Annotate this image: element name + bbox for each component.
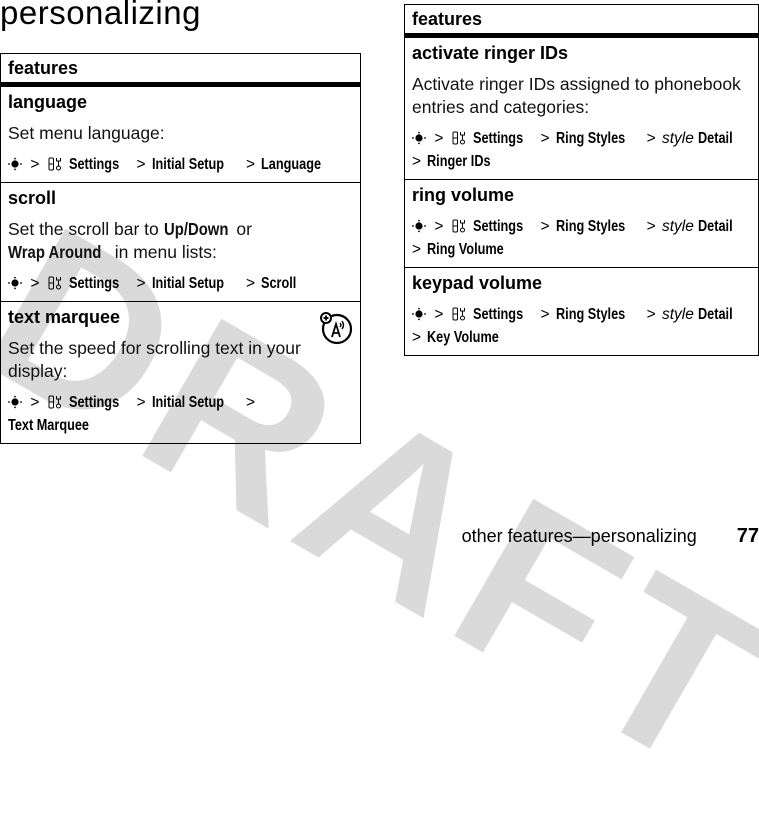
footer-section-title: other features—personalizing [461,526,697,546]
nav-key-icon [412,307,426,321]
path-variable: style [661,218,694,235]
path-step: Settings [473,306,524,323]
path-separator: > [540,306,550,323]
option-wrap-around: Wrap Around [8,242,102,262]
path-step: Detail [698,218,733,235]
path-step: Settings [69,275,120,292]
menu-path: > Settings > Ring Styles > style Detail … [412,303,750,349]
menu-path: > Settings > Ring Styles > style Detail … [412,215,750,261]
path-step: Detail [698,130,733,147]
path-step: Settings [473,218,524,235]
path-separator: > [540,218,550,235]
nav-key-icon [8,276,22,290]
settings-icon [48,395,61,409]
settings-icon [452,131,465,145]
path-separator: > [246,275,256,292]
path-step: Ringer IDs [427,153,491,170]
menu-path: > Settings > Initial Setup > Language [8,153,352,176]
path-separator: > [412,153,422,170]
path-separator: > [646,130,656,147]
path-separator: > [646,218,656,235]
path-separator: > [434,218,444,235]
menu-path: > Settings > Initial Setup > Text Marque… [8,391,352,437]
feature-description: Activate ringer IDs assigned to phoneboo… [412,74,741,117]
path-step: Language [261,156,322,173]
path-variable: style [661,130,694,147]
path-step: Ring Volume [427,241,505,258]
feature-row-ring-volume: ring volume > Settings > Ring Styles > s… [405,180,758,268]
table-header: features [1,54,360,87]
feature-title: keypad volume [412,273,543,293]
path-step: Settings [69,394,120,411]
path-step: Text Marquee [8,417,90,434]
feature-row-keypad-volume: keypad volume > Settings > Ring Styles >… [405,268,758,355]
path-step: Initial Setup [151,275,224,292]
path-separator: > [246,394,256,411]
feature-title: ring volume [412,185,515,205]
path-step: Initial Setup [151,156,224,173]
feature-description: Set menu language: [8,123,165,143]
path-step: Detail [698,306,733,323]
path-separator: > [412,329,422,346]
path-separator: > [246,156,256,173]
features-table-left: features language Set menu language: > S… [0,53,361,444]
nav-key-icon [8,157,22,171]
path-step: Scroll [261,275,297,292]
path-variable: style [661,306,694,323]
feature-row-scroll: scroll Set the scroll bar to Up/Down or … [1,183,360,302]
page-title: personalizing [0,0,201,31]
path-separator: > [30,275,40,292]
network-feature-icon [320,312,353,345]
feature-title: text marquee [8,307,121,327]
path-separator: > [136,156,146,173]
settings-icon [452,307,465,321]
table-header: features [405,5,758,38]
feature-description: Set the scroll bar to Up/Down or Wrap Ar… [8,218,352,264]
feature-title: scroll [8,188,57,208]
path-separator: > [412,241,422,258]
feature-row-activate-ringer-ids: activate ringer IDs Activate ringer IDs … [405,38,758,180]
feature-title: language [8,92,88,112]
feature-description: Set the speed for scrolling text in your… [8,338,301,381]
path-step: Settings [473,130,524,147]
path-separator: > [136,275,146,292]
desc-text: or [231,219,252,239]
nav-key-icon [412,219,426,233]
menu-path: > Settings > Initial Setup > Scroll [8,272,352,295]
settings-icon [48,276,61,290]
path-separator: > [434,130,444,147]
path-separator: > [30,156,40,173]
menu-path: > Settings > Ring Styles > style Detail … [412,127,750,173]
path-step: Key Volume [427,329,500,346]
path-separator: > [30,394,40,411]
desc-text: in menu lists: [109,242,217,262]
desc-text: Set the scroll bar to [8,219,164,239]
path-step: Ring Styles [555,130,626,147]
feature-row-language: language Set menu language: > Settings >… [1,87,360,183]
path-separator: > [434,306,444,323]
nav-key-icon [412,131,426,145]
path-step: Ring Styles [555,218,626,235]
path-step: Settings [69,156,120,173]
nav-key-icon [8,395,22,409]
feature-title: activate ringer IDs [412,43,569,63]
path-step: Ring Styles [555,306,626,323]
page-footer: other features—personalizing 77 [462,525,759,548]
path-step: Initial Setup [151,394,224,411]
features-table-right: features activate ringer IDs Activate ri… [404,4,759,356]
path-separator: > [540,130,550,147]
settings-icon [48,157,61,171]
page-number: 77 [736,525,759,547]
path-separator: > [646,306,656,323]
option-up-down: Up/Down [163,219,229,239]
path-separator: > [136,394,146,411]
feature-row-text-marquee: text marquee Set the speed for scrolling… [1,302,360,443]
settings-icon [452,219,465,233]
